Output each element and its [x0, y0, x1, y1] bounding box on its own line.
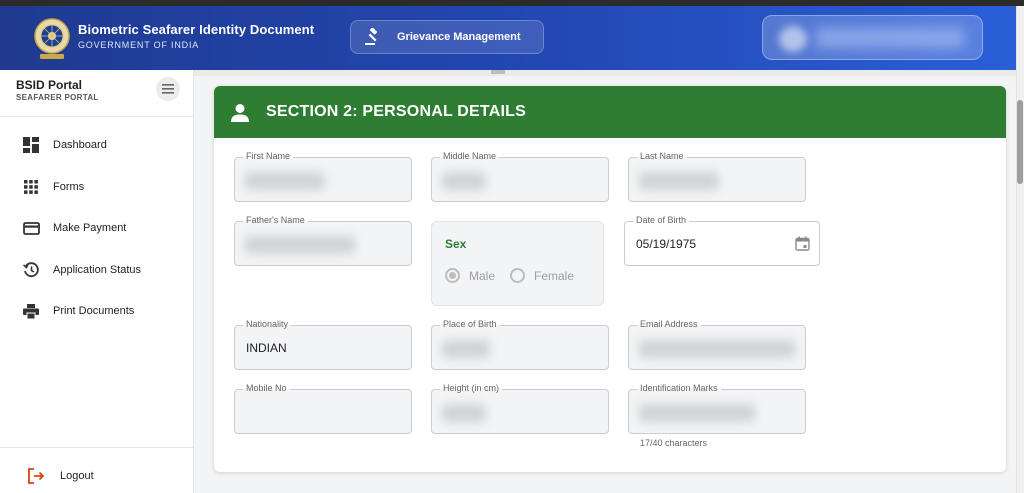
- sidebar-item-forms[interactable]: Forms: [0, 170, 193, 204]
- sidebar-item-label: Make Payment: [53, 222, 127, 234]
- email-redacted: [639, 340, 795, 358]
- nationality-label: Nationality: [243, 319, 292, 329]
- logout-label: Logout: [60, 470, 94, 482]
- sidebar: BSID Portal SEAFARER PORTAL Dashboard Fo…: [0, 70, 194, 493]
- place-of-birth-field[interactable]: Place of Birth: [431, 319, 609, 370]
- sidebar-item-label: Forms: [53, 181, 85, 193]
- first-name-field[interactable]: First Name: [234, 151, 412, 202]
- logout-button[interactable]: Logout: [0, 459, 193, 493]
- last-name-redacted: [639, 172, 719, 190]
- last-name-label: Last Name: [637, 151, 687, 161]
- sex-option-label: Female: [534, 268, 575, 283]
- printer-icon: [22, 302, 40, 320]
- page-scrollbar-track[interactable]: [1016, 6, 1024, 493]
- middle-name-field[interactable]: Middle Name: [431, 151, 609, 202]
- sex-label: Sex: [445, 237, 467, 251]
- sex-option-female[interactable]: Female: [510, 268, 574, 283]
- sex-radio-group: Sex Male Female: [431, 221, 604, 306]
- email-label: Email Address: [637, 319, 701, 329]
- section-header: SECTION 2: PERSONAL DETAILS: [214, 86, 1006, 138]
- nationality-field[interactable]: Nationality INDIAN: [234, 319, 412, 370]
- height-label: Height (in cm): [440, 383, 503, 393]
- credit-card-icon: [22, 219, 40, 237]
- page-scrollbar-thumb[interactable]: [1017, 100, 1023, 184]
- middle-name-label: Middle Name: [440, 151, 500, 161]
- dashboard-icon: [22, 136, 40, 154]
- app-header: Biometric Seafarer Identity Document GOV…: [0, 6, 1016, 70]
- identification-marks-label: Identification Marks: [637, 383, 721, 393]
- hamburger-icon: [162, 84, 174, 94]
- sidebar-item-make-payment[interactable]: Make Payment: [0, 211, 193, 245]
- calendar-icon[interactable]: [795, 236, 810, 251]
- person-icon: [231, 104, 249, 122]
- portal-title: BSID Portal: [16, 78, 83, 92]
- middle-name-redacted: [442, 172, 486, 190]
- menu-toggle-button[interactable]: [156, 77, 180, 101]
- sex-option-male[interactable]: Male: [445, 268, 495, 283]
- radio-checked-icon: [445, 268, 460, 283]
- fathers-name-label: Father's Name: [243, 215, 308, 225]
- radio-unchecked-icon: [510, 268, 525, 283]
- sidebar-item-label: Dashboard: [53, 139, 107, 151]
- main-top-handle: [491, 70, 505, 74]
- sidebar-item-application-status[interactable]: Application Status: [0, 253, 193, 287]
- height-field[interactable]: Height (in cm): [431, 383, 609, 434]
- identification-marks-redacted: [639, 404, 755, 422]
- fathers-name-redacted: [245, 236, 355, 254]
- user-name-redacted: [815, 28, 965, 48]
- identification-marks-field[interactable]: Identification Marks: [628, 383, 806, 434]
- history-icon: [22, 261, 40, 279]
- date-of-birth-value: 05/19/1975: [636, 237, 697, 251]
- app-subtitle: GOVERNMENT OF INDIA: [78, 40, 200, 50]
- sidebar-item-print-documents[interactable]: Print Documents: [0, 294, 193, 328]
- government-emblem-icon: [34, 18, 70, 59]
- date-of-birth-label: Date of Birth: [633, 215, 690, 225]
- last-name-field[interactable]: Last Name: [628, 151, 806, 202]
- sex-option-label: Male: [469, 268, 496, 283]
- avatar: [779, 26, 807, 52]
- place-of-birth-label: Place of Birth: [440, 319, 500, 329]
- fathers-name-field[interactable]: Father's Name: [234, 215, 412, 266]
- first-name-label: First Name: [243, 151, 294, 161]
- nationality-value: INDIAN: [246, 341, 287, 355]
- sidebar-divider: [0, 447, 193, 448]
- grid-icon: [22, 178, 40, 196]
- logout-icon: [28, 468, 45, 484]
- height-redacted: [442, 404, 486, 422]
- main-top-strip: [194, 70, 1016, 76]
- grievance-management-button[interactable]: Grievance Management: [350, 20, 544, 54]
- identification-marks-counter: 17/40 characters: [640, 438, 708, 448]
- portal-subtitle: SEAFARER PORTAL: [16, 93, 99, 102]
- sidebar-divider: [0, 116, 193, 117]
- section-title: SECTION 2: PERSONAL DETAILS: [266, 103, 526, 120]
- date-of-birth-field[interactable]: Date of Birth 05/19/1975: [624, 215, 820, 266]
- sidebar-item-label: Print Documents: [53, 305, 135, 317]
- mobile-label: Mobile No: [243, 383, 290, 393]
- grievance-label: Grievance Management: [397, 31, 521, 43]
- personal-details-card: SECTION 2: PERSONAL DETAILS First Name M…: [214, 86, 1006, 472]
- brand: Biometric Seafarer Identity Document GOV…: [78, 22, 314, 50]
- first-name-redacted: [245, 172, 325, 190]
- email-field[interactable]: Email Address: [628, 319, 806, 370]
- mobile-field[interactable]: Mobile No: [234, 383, 412, 434]
- gavel-icon: [363, 27, 383, 47]
- sidebar-item-label: Application Status: [53, 264, 142, 276]
- place-of-birth-redacted: [442, 340, 490, 358]
- sidebar-item-dashboard[interactable]: Dashboard: [0, 128, 193, 162]
- user-profile-box[interactable]: [762, 15, 983, 60]
- app-title: Biometric Seafarer Identity Document: [78, 22, 315, 37]
